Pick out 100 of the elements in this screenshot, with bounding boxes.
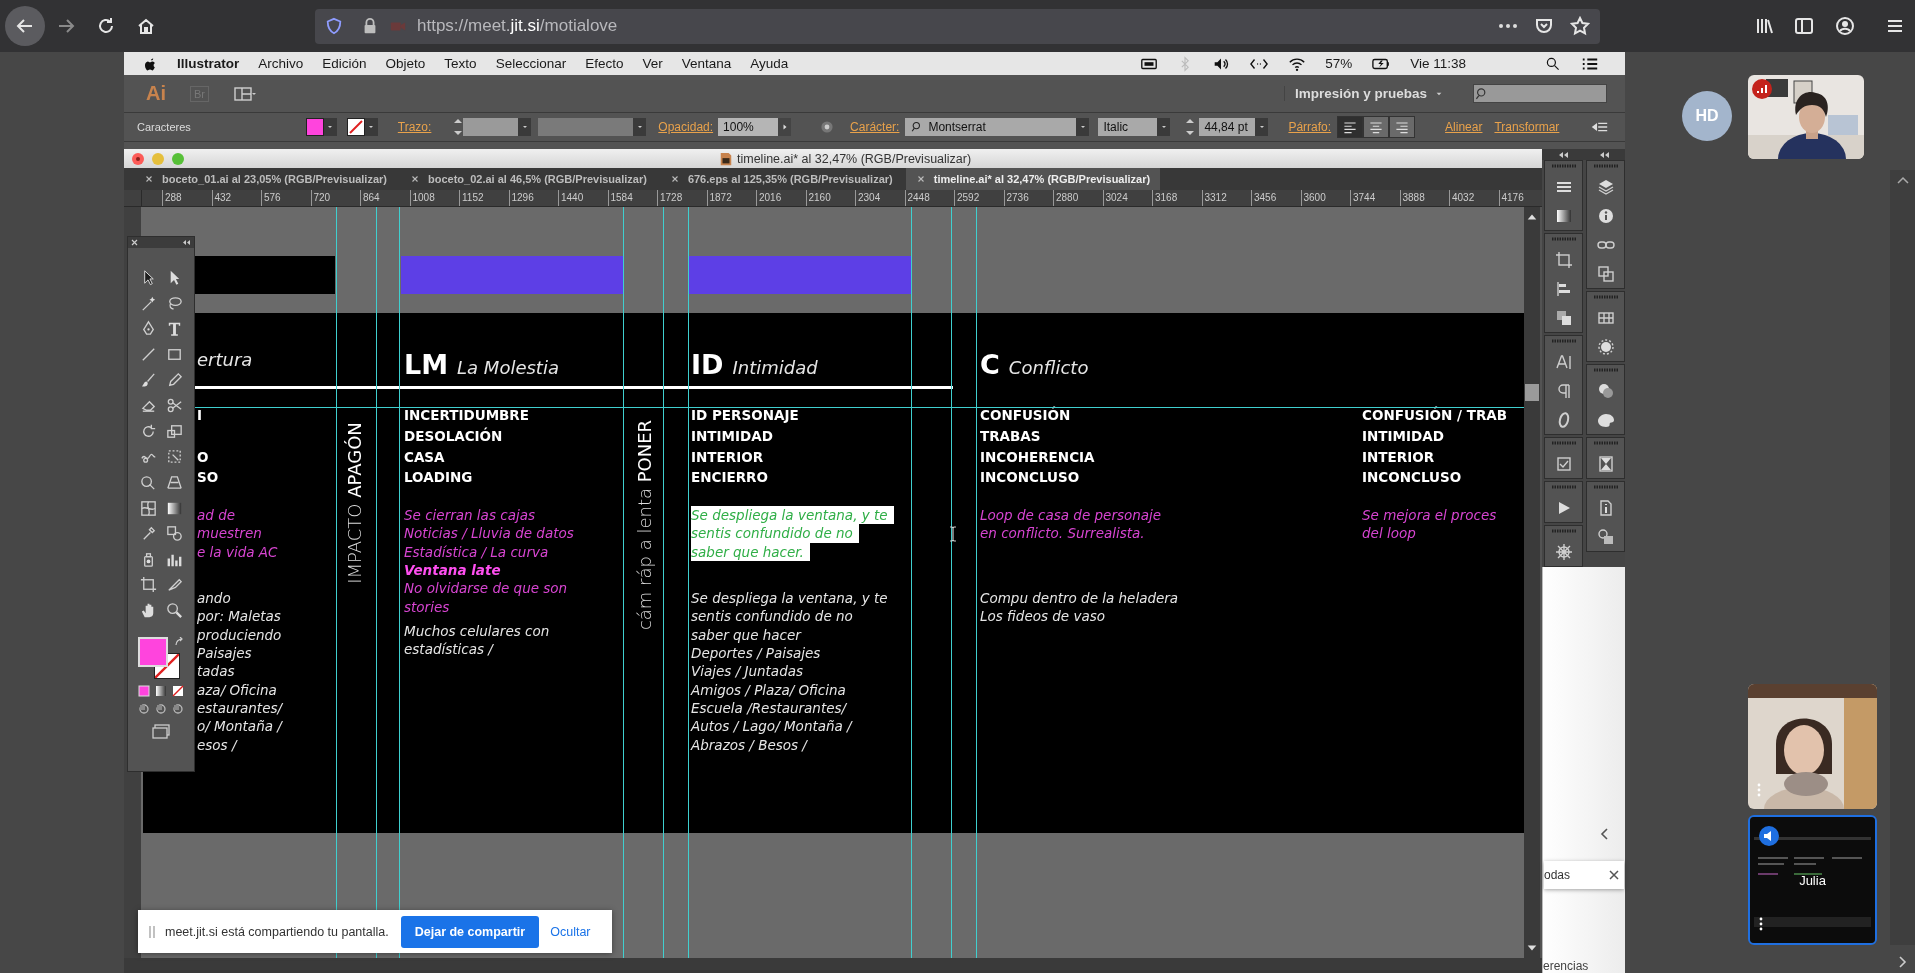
note-line: ad de bbox=[197, 506, 235, 525]
screen-mode-icon[interactable] bbox=[152, 723, 170, 740]
character-icon[interactable] bbox=[1553, 352, 1574, 372]
document-tab[interactable]: boceto_01.ai al 23,05% (RGB/Previsualizar) bbox=[134, 168, 397, 190]
menu-item[interactable]: Efecto bbox=[585, 56, 624, 71]
color-mode-icon[interactable] bbox=[138, 685, 150, 698]
horizontal-scrollbar[interactable] bbox=[124, 958, 1542, 973]
stroke-weight-field[interactable] bbox=[463, 118, 519, 136]
chevron-left-icon[interactable] bbox=[1598, 827, 1610, 841]
gradient-mode-icon[interactable] bbox=[155, 685, 167, 698]
menu-item[interactable]: Objeto bbox=[385, 56, 426, 71]
ruler-number: 3600 bbox=[1300, 190, 1350, 206]
menu-item[interactable]: Ventana bbox=[681, 56, 732, 71]
mesh-icon[interactable] bbox=[138, 498, 158, 518]
zoom-icon[interactable] bbox=[164, 601, 184, 620]
ruler-number: 1152 bbox=[459, 190, 509, 206]
transform-icon[interactable] bbox=[1595, 264, 1616, 284]
grip-icon[interactable] bbox=[1593, 164, 1618, 168]
character-label[interactable]: Carácter: bbox=[850, 120, 900, 134]
opacity-label[interactable]: Opacidad: bbox=[658, 120, 714, 134]
app-name[interactable]: Illustrator bbox=[177, 56, 240, 71]
scroll-up-icon[interactable] bbox=[1895, 175, 1910, 185]
keyword: TRABAS bbox=[980, 426, 1042, 446]
paragraph-label[interactable]: Párrafo: bbox=[1288, 120, 1332, 134]
drag-handle-icon[interactable] bbox=[148, 923, 156, 940]
align-left-button[interactable] bbox=[1337, 116, 1364, 138]
pocket-icon[interactable] bbox=[1534, 16, 1554, 36]
ruler-number: 432 bbox=[211, 190, 261, 206]
home-icon[interactable] bbox=[136, 16, 156, 36]
address-bar[interactable]: https://meet.jit.si/motialove bbox=[315, 8, 1600, 44]
fill-swatch[interactable] bbox=[305, 118, 324, 136]
grip-icon[interactable] bbox=[1551, 441, 1576, 445]
grip-icon[interactable] bbox=[1551, 529, 1576, 533]
menu-item[interactable]: Ver bbox=[642, 56, 663, 71]
opacity-field[interactable]: 100% bbox=[718, 118, 779, 136]
scroll-thumb[interactable] bbox=[1525, 384, 1539, 401]
library-icon[interactable] bbox=[1755, 16, 1775, 36]
align-right-button[interactable] bbox=[1389, 116, 1416, 138]
speaker-icon[interactable] bbox=[1759, 826, 1779, 846]
grip-icon[interactable] bbox=[1593, 368, 1618, 372]
hide-link[interactable]: Ocultar bbox=[550, 924, 591, 939]
draw-mode-icon[interactable] bbox=[172, 703, 184, 716]
font-style-field[interactable]: Italic bbox=[1098, 118, 1158, 136]
connection-signal-icon[interactable] bbox=[1752, 79, 1772, 99]
ruler-number: 2736 bbox=[1003, 190, 1053, 206]
blend-icon[interactable] bbox=[164, 524, 184, 544]
grip-icon[interactable] bbox=[1593, 441, 1618, 445]
draw-mode-icon[interactable] bbox=[138, 703, 150, 716]
ruler-number: 2160 bbox=[805, 190, 855, 206]
swap-icon[interactable] bbox=[174, 637, 184, 648]
sidebar-icon[interactable] bbox=[1794, 16, 1814, 36]
more-options-icon[interactable] bbox=[1758, 917, 1764, 931]
grip-icon[interactable] bbox=[1593, 295, 1618, 299]
search-field[interactable] bbox=[1473, 84, 1607, 103]
stop-sharing-button[interactable]: Dejar de compartir bbox=[400, 915, 540, 948]
menu-item[interactable]: Ayuda bbox=[750, 56, 789, 71]
grip-icon[interactable] bbox=[1551, 237, 1576, 241]
font-field[interactable]: Montserrat bbox=[905, 118, 1077, 136]
note-line: Compu dentro de la heladera bbox=[980, 589, 1179, 608]
menu-item[interactable]: Archivo bbox=[258, 56, 304, 71]
ruler-number: 1008 bbox=[409, 190, 459, 206]
spinner-icon[interactable] bbox=[1185, 117, 1196, 137]
screen-share-tile[interactable]: Julia bbox=[1748, 815, 1877, 945]
dashed-circle-icon[interactable] bbox=[1595, 337, 1616, 357]
grip-icon[interactable] bbox=[1551, 485, 1576, 489]
artboard-icon[interactable] bbox=[138, 575, 158, 595]
menu-item[interactable]: Seleccionar bbox=[495, 56, 567, 71]
ruler-number: 288 bbox=[162, 190, 212, 206]
search-icon[interactable] bbox=[1545, 55, 1561, 72]
stroke-label[interactable]: Trazo: bbox=[397, 120, 432, 134]
menu-item[interactable]: Edición bbox=[322, 56, 367, 71]
chevron-right-icon[interactable] bbox=[1896, 955, 1908, 969]
note-line: Paisajes bbox=[197, 644, 252, 663]
grip-icon[interactable] bbox=[1593, 485, 1618, 489]
document-tab[interactable]: timeline.ai* al 32,47% (RGB/Previsualizar) bbox=[905, 168, 1161, 190]
stroke-swatch[interactable] bbox=[346, 118, 365, 136]
star-icon[interactable] bbox=[1570, 16, 1590, 36]
grip-icon[interactable] bbox=[1551, 339, 1576, 343]
align-link[interactable]: Alinear bbox=[1445, 120, 1483, 134]
reload-icon[interactable] bbox=[96, 16, 116, 36]
wheel-icon[interactable] bbox=[1553, 542, 1574, 562]
account-icon[interactable] bbox=[1835, 16, 1855, 36]
menu-item[interactable]: Texto bbox=[444, 56, 477, 71]
workspace-switcher[interactable]: Impresión y pruebas bbox=[1283, 86, 1427, 101]
none-mode-icon[interactable] bbox=[172, 685, 184, 698]
keyword: O bbox=[197, 447, 210, 467]
export-icon[interactable] bbox=[1595, 527, 1616, 547]
transform-link[interactable]: Transformar bbox=[1494, 120, 1560, 134]
draw-mode-icon[interactable] bbox=[155, 703, 167, 716]
keyword: INTIMIDAD bbox=[691, 426, 774, 446]
grip-icon[interactable] bbox=[1551, 164, 1576, 168]
document-tab[interactable]: 676.eps al 125,35% (RGB/Previsualizar) bbox=[659, 168, 903, 190]
back-button[interactable] bbox=[5, 6, 45, 46]
artboard-icon[interactable] bbox=[1553, 250, 1574, 270]
font-size-field[interactable]: 44,84 pt bbox=[1199, 118, 1256, 136]
close-icon[interactable] bbox=[1608, 869, 1620, 881]
document-tab[interactable]: boceto_02.ai al 46,5% (RGB/Previsualizar) bbox=[400, 168, 657, 190]
align-center-button[interactable] bbox=[1363, 116, 1390, 138]
collapse-icon[interactable] bbox=[182, 239, 191, 246]
close-window-icon[interactable] bbox=[132, 152, 144, 165]
